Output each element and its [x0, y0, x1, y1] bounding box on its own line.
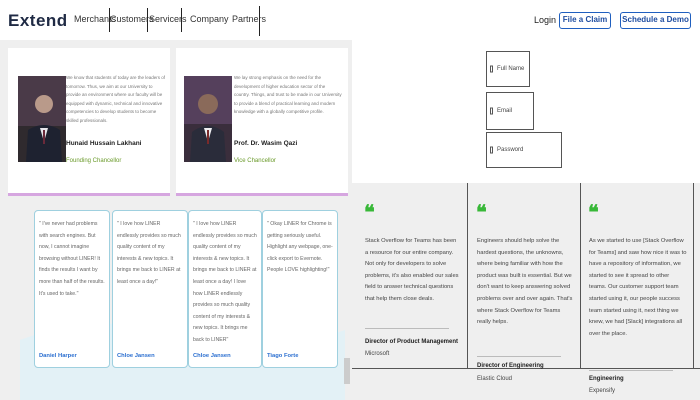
review-divider	[477, 356, 561, 357]
person-bio: We lay strong emphasis on the need for t…	[234, 75, 342, 114]
file-claim-button[interactable]: File a Claim	[559, 12, 611, 29]
review-text: Stack Overflow for Teams has been a reso…	[365, 238, 459, 302]
extend-logo[interactable]: Extend	[8, 11, 68, 31]
testimonial-quote: " I love how LINER endlessly provides so…	[117, 221, 181, 285]
testimonial-card: " I've never had problems with search en…	[34, 210, 110, 368]
person-role: Founding Chancellor	[66, 158, 122, 164]
testimonial-quote: " I love how LINER endlessly provides so…	[193, 221, 257, 343]
person-card: We lay strong emphasis on the need for t…	[176, 48, 348, 196]
testimonial-role: Productivity Consultant	[267, 367, 324, 368]
column-divider	[467, 183, 468, 368]
review-text: As we started to use [Stack Overflow for…	[589, 238, 687, 337]
password-placeholder: Password	[497, 147, 524, 153]
reviewer-company: Microsoft	[365, 351, 390, 357]
review-divider	[365, 328, 449, 329]
person-card: We know that students of today are the l…	[8, 48, 170, 196]
scrollbar[interactable]	[344, 358, 350, 384]
testimonial-role: Research Assistant	[39, 367, 87, 368]
field-icon	[490, 65, 493, 73]
quote-icon: ❝	[364, 200, 375, 224]
card-underline	[8, 193, 170, 196]
testimonial-quote: " Okay LINER for Chrome is getting serio…	[267, 221, 333, 274]
testimonial-name: Chloe Jansen	[193, 353, 231, 359]
testimonial-quote: " I've never had problems with search en…	[39, 221, 105, 297]
quote-icon: ❝	[476, 200, 487, 224]
nav-divider	[147, 8, 148, 32]
card-underline	[176, 193, 348, 196]
reviewer-title: Engineering	[589, 376, 624, 382]
email-placeholder: Email	[497, 108, 513, 114]
field-icon	[490, 107, 493, 115]
review-text: Engineers should help solve the hardest …	[477, 238, 573, 326]
column-divider	[693, 183, 694, 368]
person-role: Vice Chancellor	[234, 158, 276, 164]
reviewer-title: Director of Engineering	[477, 363, 544, 369]
testimonial-name: Chloe Jansen	[117, 353, 155, 359]
review-divider	[589, 370, 673, 371]
testimonial-role: Product Designer	[193, 367, 236, 368]
testimonial-name: Daniel Harper	[39, 353, 77, 359]
nav-partners[interactable]: Partners	[232, 14, 266, 24]
portrait-photo	[184, 76, 232, 162]
reviewer-title: Director of Product Management	[365, 339, 459, 345]
testimonial-card: " I love how LINER endlessly provides so…	[188, 210, 262, 368]
top-nav: Extend Merchants Customers Servicers Com…	[0, 0, 700, 40]
password-field[interactable]: Password	[486, 132, 562, 168]
quote-icon: ❝	[588, 200, 599, 224]
email-field[interactable]: Email	[486, 92, 534, 130]
person-bio: We know that students of today are the l…	[66, 75, 165, 123]
column-divider	[580, 183, 581, 368]
reviewer-company: Expensify	[589, 388, 616, 394]
testimonial-role: Product Designer	[117, 367, 160, 368]
testimonial-name: Tiago Forte	[267, 353, 299, 359]
reviewer-company: Elastic Cloud	[477, 376, 513, 382]
nav-divider	[181, 8, 182, 32]
nav-divider	[259, 6, 260, 36]
testimonial-card: " Okay LINER for Chrome is getting serio…	[262, 210, 338, 368]
person-name: Hunaid Hussain Lakhani	[66, 140, 142, 147]
testimonial-card: " I love how LINER endlessly provides so…	[112, 210, 188, 368]
schedule-demo-button[interactable]: Schedule a Demo	[620, 12, 691, 29]
portrait-photo	[18, 76, 66, 162]
person-name: Prof. Dr. Wasim Qazi	[234, 140, 298, 147]
login-link[interactable]: Login	[534, 15, 556, 25]
field-icon	[490, 146, 493, 154]
full-name-placeholder: Full Name	[497, 66, 525, 72]
full-name-field[interactable]: Full Name	[486, 51, 530, 87]
nav-company[interactable]: Company	[190, 14, 229, 24]
